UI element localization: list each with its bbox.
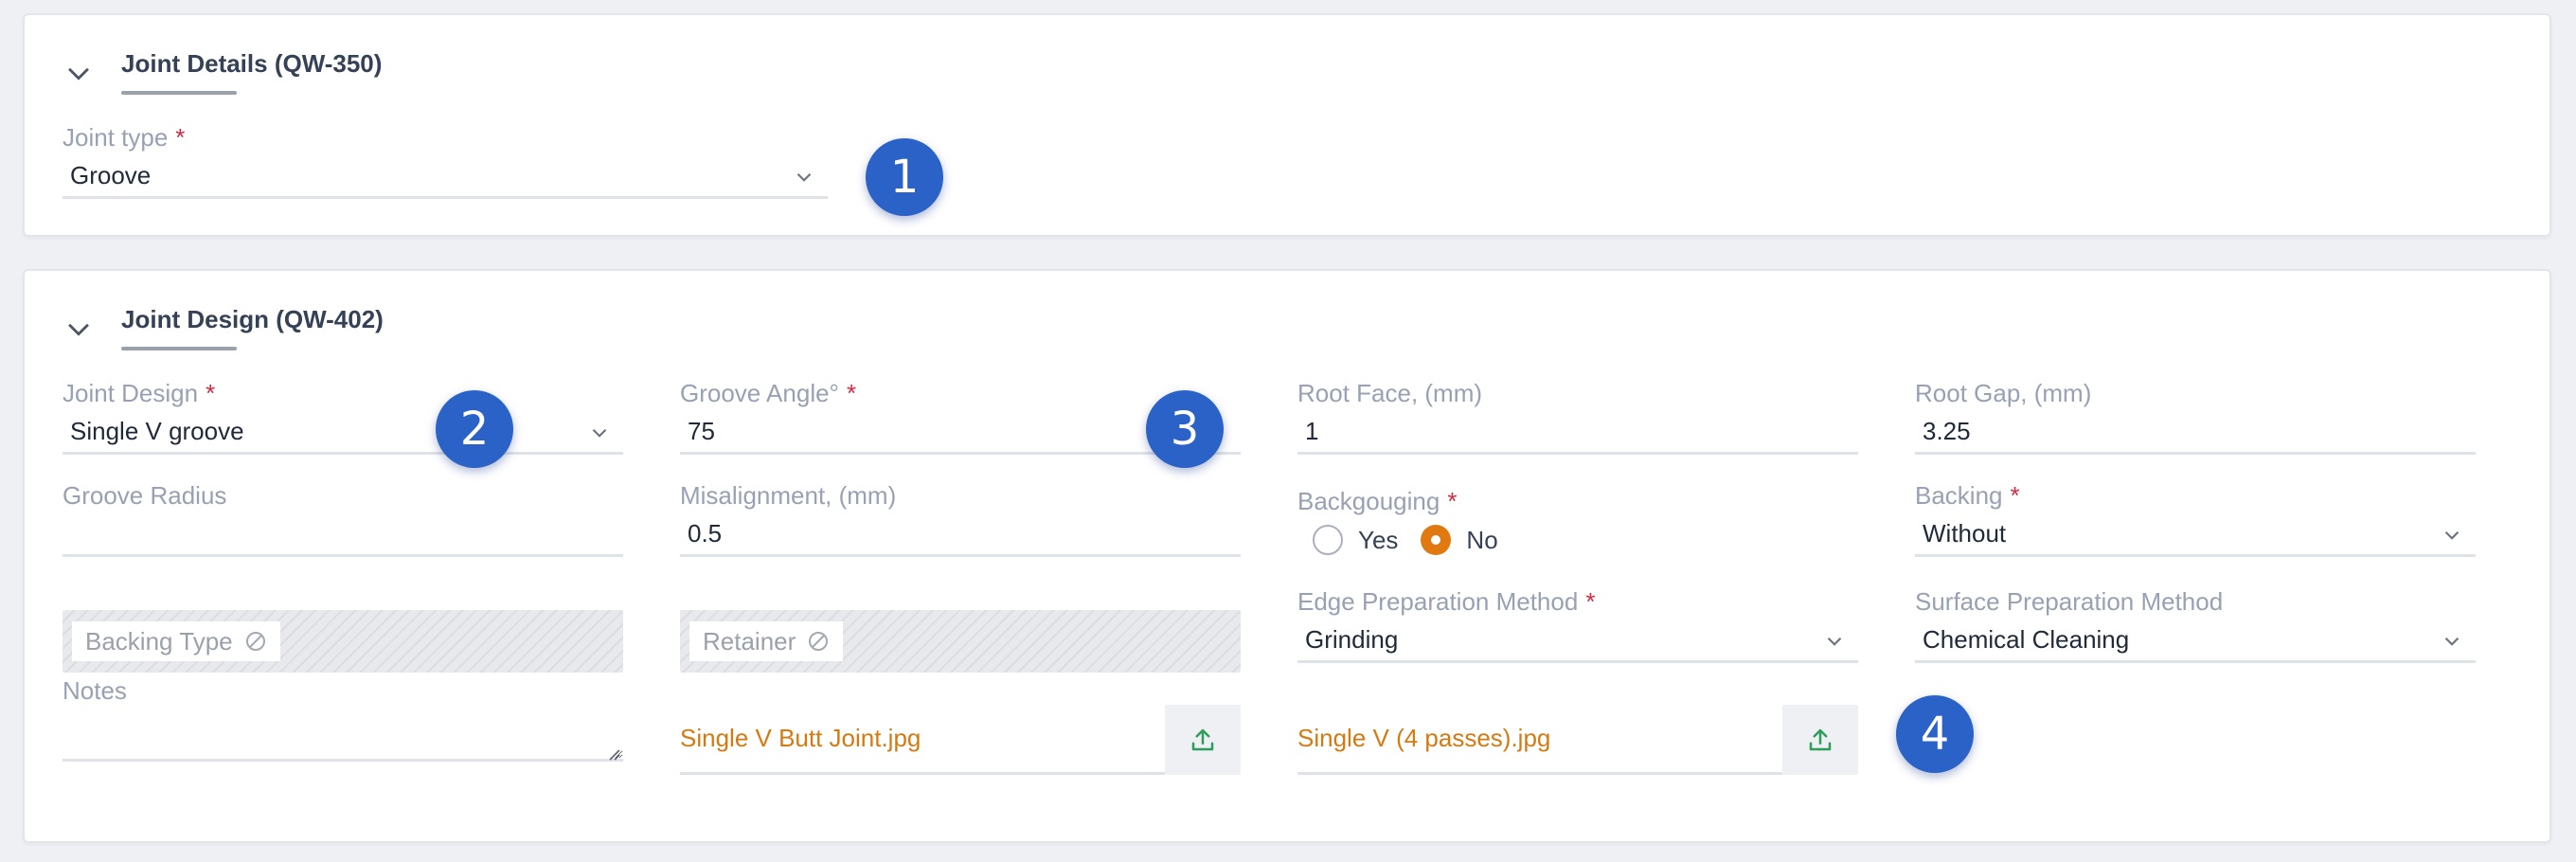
step-badge-1: 1: [866, 138, 943, 216]
chevron-down-icon[interactable]: [63, 57, 95, 89]
required-mark: *: [1585, 587, 1596, 616]
field-underline: [1297, 772, 1782, 775]
groove-radius-input[interactable]: Groove Radius: [63, 481, 623, 557]
disabled-chip: Backing Type: [72, 621, 280, 661]
required-mark: *: [846, 379, 857, 407]
chip-label: Backing Type: [85, 626, 233, 655]
radio-button[interactable]: [1313, 525, 1343, 555]
root-gap-value: 3.25: [1923, 417, 1971, 445]
joint-type-value: Groove: [70, 161, 152, 189]
surface-preparation-select[interactable]: Surface Preparation Method Chemical Clea…: [1915, 587, 2476, 663]
step-badge-4: 4: [1896, 695, 1974, 773]
active-tab-indicator: [121, 347, 237, 350]
section-title[interactable]: Joint Design (QW-402): [121, 305, 384, 334]
chevron-down-icon[interactable]: [2440, 629, 2464, 654]
backing-type-disabled: Backing Type: [63, 610, 623, 673]
backing-value: Without: [1923, 519, 2007, 548]
joint-design-card: Joint Design (QW-402) Joint Design * Sing…: [23, 269, 2551, 843]
edge-prep-value: Grinding: [1305, 625, 1399, 654]
radio-label: Yes: [1358, 525, 1399, 554]
root-gap-input[interactable]: Root Gap, (mm) 3.25: [1915, 379, 2476, 455]
field-underline: [63, 452, 623, 455]
radio-button-selected[interactable]: [1421, 525, 1452, 555]
root-face-value: 1: [1305, 417, 1319, 445]
field-underline: [1297, 660, 1858, 663]
surface-prep-value: Chemical Cleaning: [1923, 625, 2130, 654]
file-upload-2: Single V (4 passes).jpg: [1297, 705, 1858, 775]
field-label: Root Face, (mm): [1297, 379, 1483, 407]
field-label: Misalignment, (mm): [680, 481, 897, 510]
backing-select[interactable]: Backing * Without: [1915, 481, 2476, 557]
radio-yes[interactable]: Yes: [1313, 525, 1398, 555]
field-label: Groove Angle°: [680, 379, 839, 407]
field-label: Groove Radius: [63, 481, 227, 510]
chevron-down-icon[interactable]: [792, 165, 816, 189]
disabled-chip: Retainer: [689, 621, 844, 661]
radio-options: Yes No: [1313, 525, 1521, 555]
chip-label: Retainer: [703, 626, 796, 655]
required-mark: *: [175, 123, 186, 152]
field-underline: [680, 554, 1241, 557]
ban-icon: [245, 632, 265, 651]
misalignment-value: 0.5: [688, 519, 723, 548]
notes-field: Notes: [63, 676, 623, 765]
field-underline: [1915, 452, 2476, 455]
file-link[interactable]: Single V Butt Joint.jpg: [680, 724, 921, 753]
notes-textarea[interactable]: [63, 714, 623, 762]
chevron-down-icon[interactable]: [587, 421, 612, 445]
misalignment-input[interactable]: Misalignment, (mm) 0.5: [680, 481, 1241, 557]
required-mark: *: [1447, 487, 1458, 515]
file-upload-1: Single V Butt Joint.jpg: [680, 705, 1241, 775]
required-mark: *: [2010, 481, 2020, 510]
field-underline: [680, 772, 1165, 775]
backgouging-radio-group: Backgouging * Yes No: [1297, 487, 1858, 563]
field-label: Backgouging: [1297, 487, 1440, 515]
field-underline: [63, 554, 623, 557]
groove-angle-value: 75: [688, 417, 715, 445]
section-title[interactable]: Joint Details (QW-350): [121, 49, 382, 79]
root-face-input[interactable]: Root Face, (mm) 1: [1297, 379, 1858, 455]
joint-details-card: Joint Details (QW-350) Joint type * Groov…: [23, 13, 2551, 237]
upload-icon: [1809, 728, 1832, 751]
joint-type-select[interactable]: Joint type * Groove: [63, 123, 828, 199]
ban-icon: [809, 632, 829, 651]
upload-button[interactable]: [1165, 705, 1241, 775]
field-label: Joint Design: [63, 379, 199, 407]
resize-handle-icon[interactable]: [604, 745, 621, 762]
joint-design-select[interactable]: Joint Design * Single V groove: [63, 379, 623, 455]
field-underline: [1297, 452, 1858, 455]
upload-icon: [1191, 728, 1214, 751]
field-label: Backing: [1915, 481, 2003, 510]
edge-preparation-select[interactable]: Edge Preparation Method * Grinding: [1297, 587, 1858, 663]
step-badge-3: 3: [1146, 390, 1224, 468]
field-label: Root Gap, (mm): [1915, 379, 2092, 407]
field-underline: [1915, 660, 2476, 663]
field-underline: [63, 196, 828, 199]
field-label: Surface Preparation Method: [1915, 587, 2224, 616]
chevron-down-icon[interactable]: [63, 313, 95, 345]
active-tab-indicator: [121, 91, 237, 95]
joint-design-value: Single V groove: [70, 417, 244, 445]
field-underline: [1915, 554, 2476, 557]
radio-label: No: [1466, 525, 1498, 554]
file-link[interactable]: Single V (4 passes).jpg: [1297, 724, 1550, 753]
required-mark: *: [206, 379, 216, 407]
field-label: Joint type: [63, 123, 169, 152]
field-label: Edge Preparation Method: [1297, 587, 1579, 616]
retainer-disabled: Retainer: [680, 610, 1241, 673]
radio-no[interactable]: No: [1421, 525, 1498, 555]
field-label: Notes: [63, 676, 127, 705]
upload-button[interactable]: [1782, 705, 1858, 775]
step-badge-2: 2: [436, 390, 513, 468]
chevron-down-icon[interactable]: [1822, 629, 1847, 654]
chevron-down-icon[interactable]: [2440, 523, 2464, 548]
